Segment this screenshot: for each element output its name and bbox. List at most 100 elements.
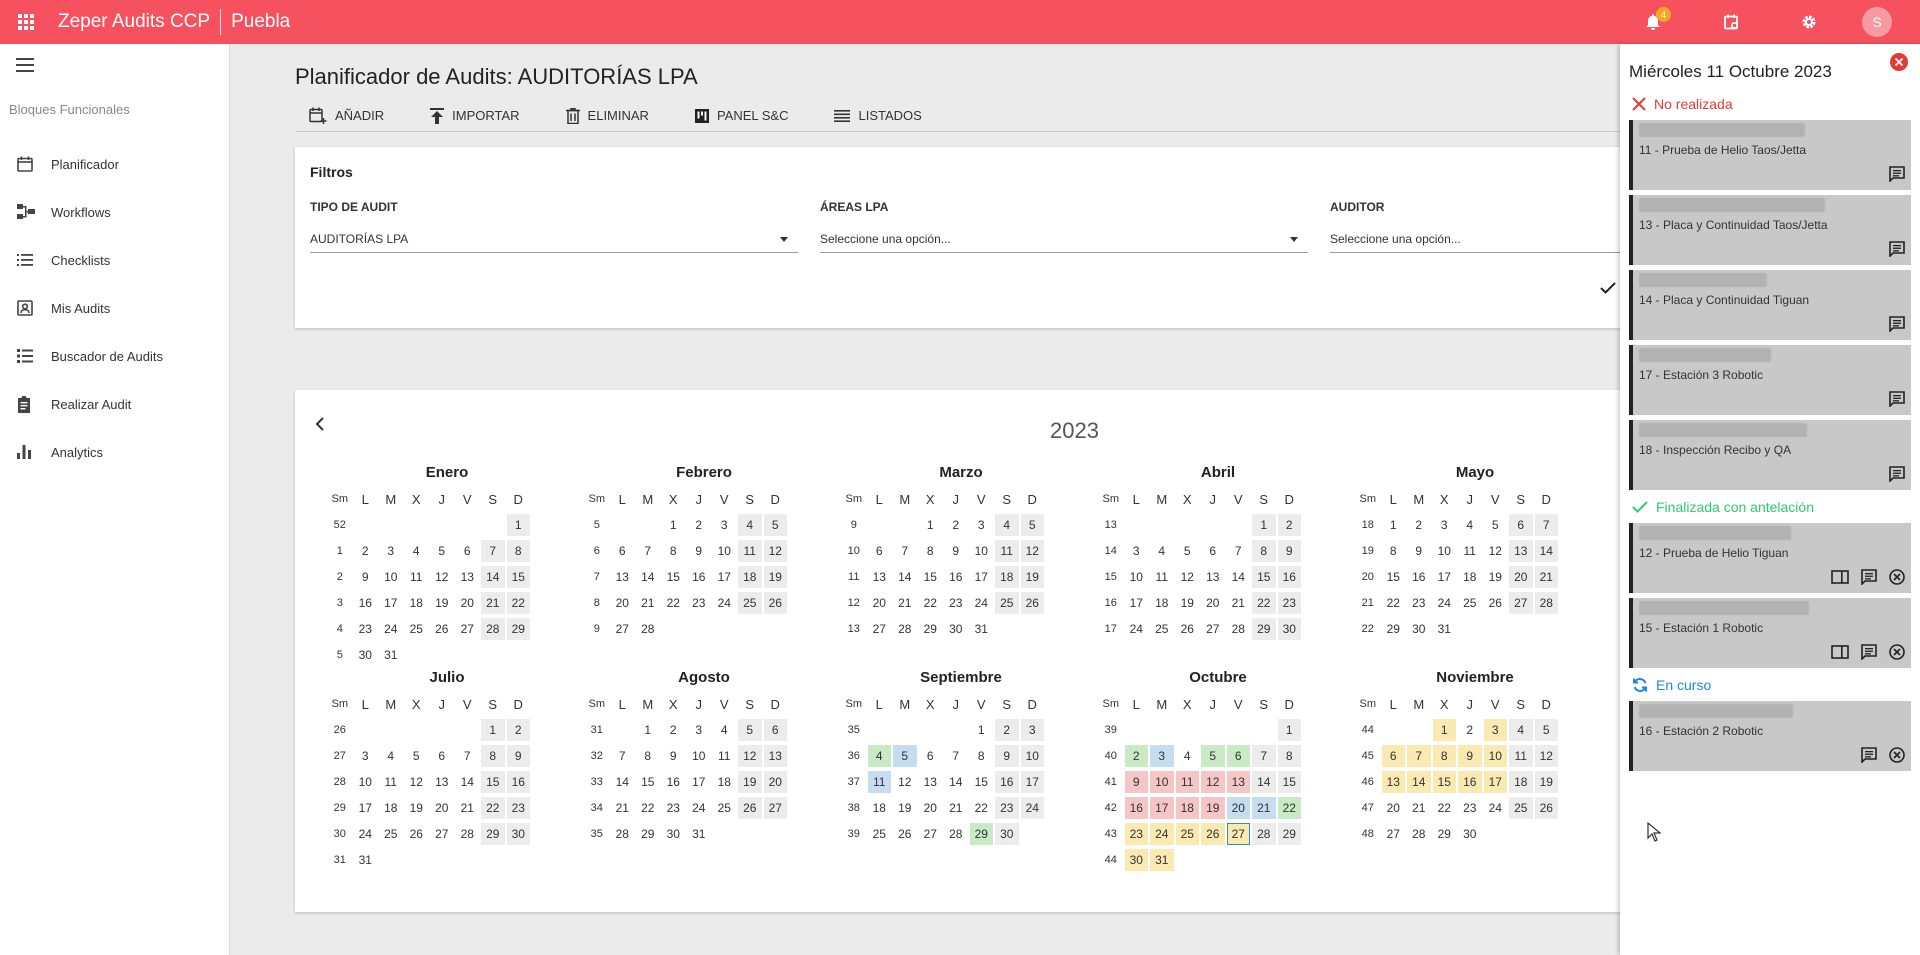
calendar-day[interactable]: 28	[1407, 823, 1431, 845]
calendar-day[interactable]: 20	[868, 592, 892, 614]
calendar-day[interactable]: 22	[1433, 797, 1457, 819]
audit-card[interactable]: 16 - Estación 2 Robotic	[1629, 701, 1911, 771]
calendar-day[interactable]: 10	[354, 771, 378, 793]
calendar-day[interactable]: 16	[1458, 771, 1482, 793]
calendar-day[interactable]: 21	[611, 797, 635, 819]
calendar-day[interactable]: 30	[1458, 823, 1482, 845]
calendar-day[interactable]: 21	[481, 592, 505, 614]
comment-icon[interactable]	[1861, 569, 1877, 585]
calendar-day[interactable]: 13	[1226, 771, 1250, 793]
calendar-day[interactable]: 23	[662, 797, 686, 819]
calendar-day[interactable]: 19	[405, 797, 429, 819]
calendar-day[interactable]: 4	[995, 514, 1019, 536]
calendar-day[interactable]: 1	[1382, 514, 1406, 536]
calendar-day[interactable]: 12	[1534, 745, 1558, 767]
delete-button[interactable]: ELIMINAR	[552, 100, 649, 132]
calendar-day[interactable]: 31	[1150, 849, 1174, 871]
calendar-day[interactable]: 9	[1458, 745, 1482, 767]
calendar-day[interactable]: 10	[687, 745, 711, 767]
calendar-day[interactable]: 4	[738, 514, 762, 536]
calendar-day[interactable]: 5	[893, 745, 917, 767]
calendar-day[interactable]: 11	[1458, 540, 1482, 562]
calendar-day[interactable]: 15	[919, 566, 943, 588]
calendar-day[interactable]: 14	[944, 771, 968, 793]
calendar-day[interactable]: 25	[1509, 797, 1533, 819]
calendar-day[interactable]: 26	[763, 592, 787, 614]
calendar-day[interactable]: 4	[405, 540, 429, 562]
calendar-day[interactable]: 14	[636, 566, 660, 588]
calendar-day[interactable]: 11	[379, 771, 403, 793]
calendar-day[interactable]: 22	[662, 592, 686, 614]
calendar-day[interactable]: 28	[636, 618, 660, 640]
cancel-icon[interactable]	[1889, 569, 1905, 585]
user-avatar[interactable]: S	[1862, 7, 1892, 37]
calendar-day[interactable]: 8	[1252, 540, 1276, 562]
calendar-day[interactable]: 15	[506, 566, 530, 588]
calendar-day[interactable]: 23	[354, 618, 378, 640]
calendar-day[interactable]: 30	[662, 823, 686, 845]
calendar-day[interactable]: 30	[1407, 618, 1431, 640]
calendar-day[interactable]: 19	[1020, 566, 1044, 588]
calendar-day[interactable]: 12	[893, 771, 917, 793]
calendar-day[interactable]: 18	[1175, 797, 1199, 819]
calendar-day[interactable]: 1	[636, 719, 660, 741]
calendar-day[interactable]: 17	[687, 771, 711, 793]
calendar-day[interactable]: 18	[379, 797, 403, 819]
sidebar-item-mis-audits[interactable]: Mis Audits	[0, 288, 229, 328]
calendar-check-button[interactable]	[1692, 0, 1770, 44]
calendar-day[interactable]: 4	[1458, 514, 1482, 536]
calendar-day[interactable]: 25	[405, 618, 429, 640]
calendar-day[interactable]: 15	[481, 771, 505, 793]
calendar-day[interactable]: 9	[1407, 540, 1431, 562]
calendar-day[interactable]: 21	[1534, 566, 1558, 588]
calendar-day[interactable]: 3	[1125, 540, 1149, 562]
calendar-day[interactable]: 27	[868, 618, 892, 640]
calendar-day[interactable]: 17	[970, 566, 994, 588]
calendar-day[interactable]: 5	[738, 719, 762, 741]
calendar-day[interactable]: 12	[1176, 566, 1200, 588]
calendar-day[interactable]: 17	[379, 592, 403, 614]
calendar-day[interactable]: 25	[1458, 592, 1482, 614]
calendar-day[interactable]: 11	[713, 745, 737, 767]
calendar-day[interactable]: 22	[970, 797, 994, 819]
calendar-day[interactable]: 10	[1483, 745, 1507, 767]
audit-card[interactable]: 14 - Placa y Continuidad Tiguan	[1629, 270, 1911, 340]
audit-card[interactable]: 17 - Estación 3 Robotic	[1629, 345, 1911, 415]
calendar-day[interactable]: 15	[636, 771, 660, 793]
calendar-day[interactable]: 17	[1483, 771, 1507, 793]
calendar-day[interactable]: 18	[868, 797, 892, 819]
calendar-day[interactable]: 17	[1020, 771, 1044, 793]
calendar-day[interactable]: 8	[919, 540, 943, 562]
calendar-day[interactable]: 14	[1534, 540, 1558, 562]
calendar-day[interactable]: 10	[1020, 745, 1044, 767]
calendar-day[interactable]: 31	[970, 618, 994, 640]
calendar-day[interactable]: 25	[868, 823, 892, 845]
calendar-day[interactable]: 8	[1382, 540, 1406, 562]
calendar-day[interactable]: 9	[1124, 771, 1148, 793]
comment-icon[interactable]	[1861, 747, 1877, 763]
calendar-day[interactable]: 28	[893, 618, 917, 640]
calendar-day[interactable]: 2	[354, 540, 378, 562]
calendar-day[interactable]: 24	[379, 618, 403, 640]
comment-icon[interactable]	[1861, 644, 1877, 660]
calendar-day[interactable]: 19	[893, 797, 917, 819]
calendar-day[interactable]: 3	[1150, 745, 1174, 767]
sidebar-item-workflows[interactable]: Workflows	[0, 192, 229, 232]
calendar-day[interactable]: 5	[1176, 540, 1200, 562]
notifications-button[interactable]: 4	[1614, 0, 1692, 44]
calendar-day[interactable]: 16	[995, 771, 1019, 793]
panel-sc-button[interactable]: PANEL S&C	[681, 100, 788, 132]
calendar-day[interactable]: 19	[1484, 566, 1508, 588]
calendar-day[interactable]: 30	[995, 823, 1019, 845]
calendar-day[interactable]: 29	[636, 823, 660, 845]
calendar-day[interactable]: 8	[636, 745, 660, 767]
calendar-day[interactable]: 9	[687, 540, 711, 562]
calendar-day[interactable]: 14	[1227, 566, 1251, 588]
calendar-day[interactable]: 24	[970, 592, 994, 614]
calendar-day[interactable]: 12	[1201, 771, 1225, 793]
calendar-day[interactable]: 6	[456, 540, 480, 562]
calendar-day[interactable]: 20	[430, 797, 454, 819]
calendar-day[interactable]: 28	[1534, 592, 1558, 614]
calendar-day[interactable]: 30	[944, 618, 968, 640]
calendar-day[interactable]: 29	[1252, 618, 1276, 640]
